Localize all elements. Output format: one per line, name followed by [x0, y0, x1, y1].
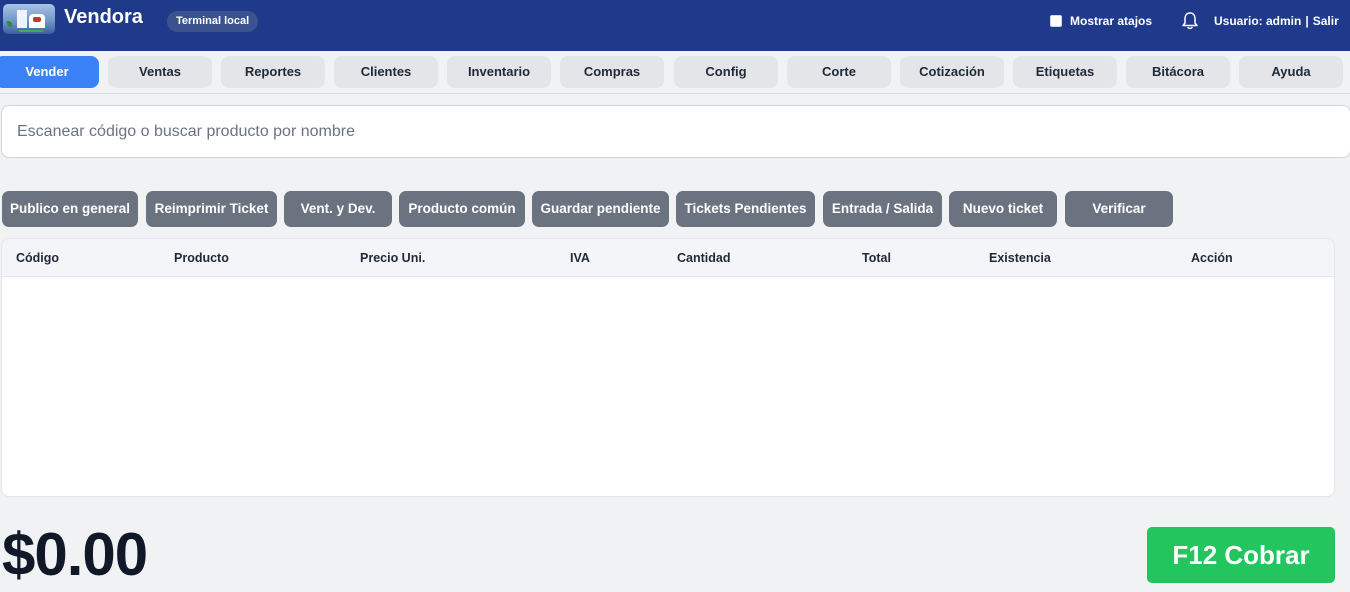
logout-link[interactable]: Salir: [1313, 14, 1339, 28]
tab-ventas[interactable]: Ventas: [108, 56, 212, 88]
tab-config[interactable]: Config: [674, 56, 778, 88]
user-separator: |: [1305, 14, 1309, 28]
tab-bitacora[interactable]: Bitácora: [1126, 56, 1230, 88]
verify-button[interactable]: Verificar: [1065, 191, 1173, 227]
column-header-producto: Producto: [174, 251, 229, 265]
tab-compras[interactable]: Compras: [560, 56, 664, 88]
tab-vender[interactable]: Vender: [0, 56, 99, 88]
table-header: Código Producto Precio Uni. IVA Cantidad…: [2, 239, 1334, 277]
app-title: Vendora: [64, 6, 143, 28]
ticket-total: $0.00: [2, 521, 148, 588]
top-bar: Vendora Terminal local Mostrar atajos Us…: [0, 0, 1350, 51]
column-header-total: Total: [862, 251, 891, 265]
new-ticket-button[interactable]: Nuevo ticket: [949, 191, 1057, 227]
user-info: Usuario: admin | Salir: [1214, 14, 1339, 28]
product-search-input[interactable]: [1, 105, 1350, 158]
common-product-button[interactable]: Producto común: [399, 191, 525, 227]
column-header-accion: Acción: [1191, 251, 1233, 265]
tab-clientes[interactable]: Clientes: [334, 56, 438, 88]
tab-cotizacion[interactable]: Cotización: [900, 56, 1004, 88]
charge-button[interactable]: F12 Cobrar: [1147, 527, 1335, 583]
reprint-ticket-button[interactable]: Reimprimir Ticket: [146, 191, 277, 227]
show-shortcuts-label: Mostrar atajos: [1070, 14, 1153, 28]
column-header-codigo: Código: [16, 251, 60, 265]
save-pending-button[interactable]: Guardar pendiente: [532, 191, 669, 227]
tab-corte[interactable]: Corte: [787, 56, 891, 88]
tab-etiquetas[interactable]: Etiquetas: [1013, 56, 1117, 88]
app-logo: [3, 4, 55, 34]
main-nav: Vender Ventas Reportes Clientes Inventar…: [0, 51, 1350, 94]
public-general-button[interactable]: Publico en general: [2, 191, 138, 227]
pending-tickets-button[interactable]: Tickets Pendientes: [676, 191, 815, 227]
show-shortcuts-checkbox[interactable]: [1050, 15, 1062, 27]
terminal-badge: Terminal local: [167, 11, 259, 32]
bell-icon[interactable]: [1181, 11, 1199, 31]
tab-inventario[interactable]: Inventario: [447, 56, 551, 88]
user-label: Usuario: admin: [1214, 14, 1302, 28]
column-header-existencia: Existencia: [989, 251, 1051, 265]
tab-reportes[interactable]: Reportes: [221, 56, 325, 88]
cash-in-out-button[interactable]: Entrada / Salida: [823, 191, 942, 227]
ticket-table: Código Producto Precio Uni. IVA Cantidad…: [1, 238, 1335, 497]
column-header-precio: Precio Uni.: [360, 251, 426, 265]
sales-returns-button[interactable]: Vent. y Dev.: [284, 191, 392, 227]
tab-ayuda[interactable]: Ayuda: [1239, 56, 1343, 88]
show-shortcuts-toggle[interactable]: Mostrar atajos: [1050, 14, 1152, 28]
column-header-iva: IVA: [570, 251, 590, 265]
column-header-cantidad: Cantidad: [677, 251, 731, 265]
